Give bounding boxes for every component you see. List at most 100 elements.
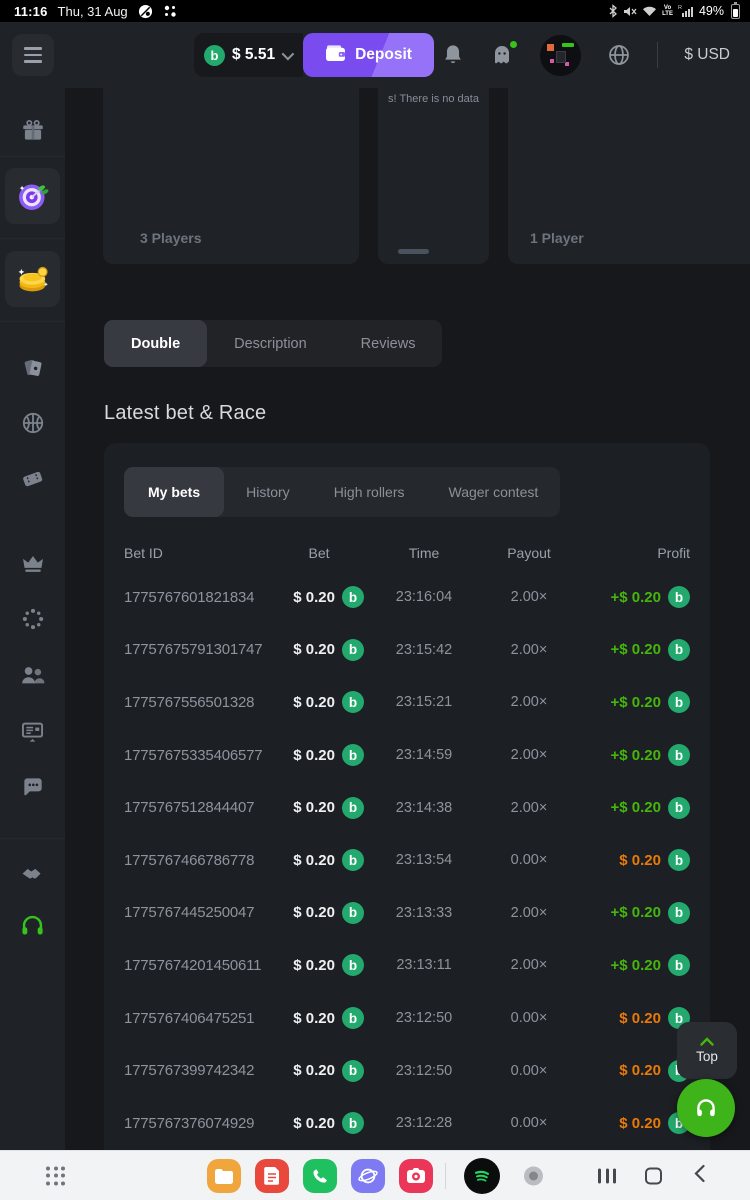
app-recent-icon[interactable] bbox=[524, 1166, 543, 1185]
players-count: 3 Players bbox=[140, 230, 202, 246]
table-row[interactable]: 1775767445250047 $ 0.20 b 23:13:33 2.00×… bbox=[124, 887, 690, 940]
news-media-icon[interactable] bbox=[0, 718, 65, 745]
chat-ghost-icon[interactable] bbox=[490, 43, 514, 67]
bets-table-body: 1775767601821834 $ 0.20 b 23:16:04 2.00×… bbox=[124, 571, 690, 1150]
no-data-notice: s! There is no data bbox=[378, 93, 489, 105]
table-row[interactable]: 17757674201450611 $ 0.20 b 23:13:11 2.00… bbox=[124, 939, 690, 992]
live-support-button[interactable] bbox=[677, 1079, 735, 1137]
coin-icon: b bbox=[668, 639, 690, 661]
game-card-right[interactable]: 1 Player bbox=[508, 88, 750, 264]
header-divider bbox=[657, 42, 658, 68]
wifi-icon bbox=[642, 5, 657, 17]
bet-id: 17757675791301747 bbox=[124, 641, 272, 658]
bet-id: 1775767556501328 bbox=[124, 694, 272, 711]
coin-icon: b bbox=[668, 954, 690, 976]
coin-icon: b bbox=[668, 691, 690, 713]
nav-home-button[interactable] bbox=[645, 1167, 662, 1184]
bet-profit: $ 0.20 b bbox=[574, 1112, 690, 1134]
col-payout: Payout bbox=[484, 545, 574, 561]
table-row[interactable]: 1775767466786778 $ 0.20 b 23:13:54 0.00×… bbox=[124, 834, 690, 887]
table-row[interactable]: 1775767512844407 $ 0.20 b 23:14:38 2.00×… bbox=[124, 781, 690, 834]
coin-icon: b bbox=[342, 1060, 364, 1082]
tab-my-bets[interactable]: My bets bbox=[124, 467, 224, 517]
nav-recents-button[interactable] bbox=[598, 1168, 616, 1183]
app-drawer-icon[interactable] bbox=[46, 1166, 65, 1185]
tab-high-rollers[interactable]: High rollers bbox=[312, 467, 427, 517]
table-row[interactable]: 1775767601821834 $ 0.20 b 23:16:04 2.00×… bbox=[124, 571, 690, 624]
bonus-gift-icon[interactable] bbox=[0, 118, 65, 144]
support-headphones-icon[interactable] bbox=[0, 912, 65, 939]
lottery-ticket-icon[interactable] bbox=[0, 465, 65, 492]
tab-description[interactable]: Description bbox=[207, 320, 334, 367]
sports-basketball-icon[interactable] bbox=[0, 410, 65, 436]
tab-reviews[interactable]: Reviews bbox=[334, 320, 443, 367]
sidebar bbox=[0, 88, 65, 1150]
main-content: 3 Players s! There is no data 1 Player D… bbox=[65, 88, 750, 1150]
bet-amount: $ 0.20 b bbox=[274, 744, 364, 766]
table-row[interactable]: 1775767376074929 $ 0.20 b 23:12:28 0.00×… bbox=[124, 1097, 690, 1150]
tab-wager-contest[interactable]: Wager contest bbox=[427, 467, 561, 517]
bet-id: 1775767406475251 bbox=[124, 1010, 272, 1027]
table-row[interactable]: 17757675791301747 $ 0.20 b 23:15:42 2.00… bbox=[124, 624, 690, 677]
bet-payout: 0.00× bbox=[484, 1115, 574, 1131]
bet-id: 17757674201450611 bbox=[124, 957, 272, 974]
casino-cards-icon[interactable] bbox=[0, 355, 65, 381]
bet-time: 23:15:42 bbox=[364, 642, 484, 658]
signal-icon: R bbox=[678, 4, 694, 18]
bet-payout: 2.00× bbox=[484, 589, 574, 605]
sponsorship-handshake-icon[interactable] bbox=[0, 859, 65, 887]
table-row[interactable]: 17757675335406577 $ 0.20 b 23:14:59 2.00… bbox=[124, 729, 690, 782]
bet-time: 23:14:59 bbox=[364, 747, 484, 763]
bets-tabs: My bets History High rollers Wager conte… bbox=[124, 467, 560, 517]
app-files-icon[interactable] bbox=[207, 1159, 241, 1193]
menu-button[interactable] bbox=[12, 34, 54, 76]
app-browser-icon[interactable] bbox=[351, 1159, 385, 1193]
bet-profit: +$ 0.20 b bbox=[574, 797, 690, 819]
bet-time: 23:12:50 bbox=[364, 1010, 484, 1026]
chevron-up-icon bbox=[700, 1037, 714, 1046]
top-label: Top bbox=[696, 1049, 718, 1064]
recent-game-classic-dice-icon[interactable] bbox=[5, 168, 60, 224]
bet-payout: 2.00× bbox=[484, 905, 574, 921]
app-camera-icon[interactable] bbox=[399, 1159, 433, 1193]
bet-amount: $ 0.20 b bbox=[274, 1007, 364, 1029]
bet-payout: 0.00× bbox=[484, 852, 574, 868]
language-globe-icon[interactable] bbox=[607, 43, 631, 67]
balance-selector[interactable]: b $ 5.51 bbox=[194, 33, 303, 77]
scroll-to-top-button[interactable]: Top bbox=[677, 1022, 737, 1079]
app-phone-icon[interactable] bbox=[303, 1159, 337, 1193]
bet-amount: $ 0.20 b bbox=[274, 691, 364, 713]
vip-crown-icon[interactable] bbox=[0, 550, 65, 576]
table-row[interactable]: 1775767556501328 $ 0.20 b 23:15:21 2.00×… bbox=[124, 676, 690, 729]
table-row[interactable]: 1775767399742342 $ 0.20 b 23:12:50 0.00×… bbox=[124, 1044, 690, 1097]
coin-icon: b bbox=[342, 849, 364, 871]
deposit-button[interactable]: Deposit bbox=[303, 33, 434, 77]
nav-back-button[interactable] bbox=[694, 1164, 705, 1187]
horizontal-scrollbar[interactable] bbox=[398, 249, 429, 254]
tab-history[interactable]: History bbox=[224, 467, 312, 517]
recent-game-coins-icon[interactable] bbox=[5, 251, 60, 307]
notifications-bell-icon[interactable] bbox=[442, 43, 464, 67]
tab-double[interactable]: Double bbox=[104, 320, 207, 367]
app-notes-icon[interactable] bbox=[255, 1159, 289, 1193]
currency-selector[interactable]: $ USD bbox=[684, 46, 730, 64]
table-row[interactable]: 1775767406475251 $ 0.20 b 23:12:50 0.00×… bbox=[124, 992, 690, 1045]
game-card-left[interactable]: 3 Players bbox=[103, 88, 359, 264]
forum-chat-icon[interactable] bbox=[0, 774, 65, 800]
coin-icon: b bbox=[342, 954, 364, 976]
avatar[interactable] bbox=[540, 35, 581, 76]
players-count: 1 Player bbox=[530, 230, 584, 246]
bet-time: 23:16:04 bbox=[364, 589, 484, 605]
notification-circle-icon bbox=[138, 4, 153, 19]
app-spotify-icon[interactable] bbox=[464, 1158, 500, 1194]
headset-icon bbox=[693, 1095, 719, 1121]
bet-id: 1775767445250047 bbox=[124, 904, 272, 921]
volte-indicator: VoLTE bbox=[662, 5, 673, 17]
affiliate-people-icon[interactable] bbox=[0, 662, 65, 689]
bonus-wheel-icon[interactable] bbox=[0, 606, 65, 632]
bet-id: 1775767601821834 bbox=[124, 589, 272, 606]
android-status-bar: 11:16 Thu, 31 Aug VoLTE R 49% bbox=[0, 0, 750, 22]
game-card-middle[interactable]: s! There is no data bbox=[378, 88, 489, 264]
battery-percent: 49% bbox=[699, 4, 724, 18]
bet-amount: $ 0.20 b bbox=[274, 639, 364, 661]
